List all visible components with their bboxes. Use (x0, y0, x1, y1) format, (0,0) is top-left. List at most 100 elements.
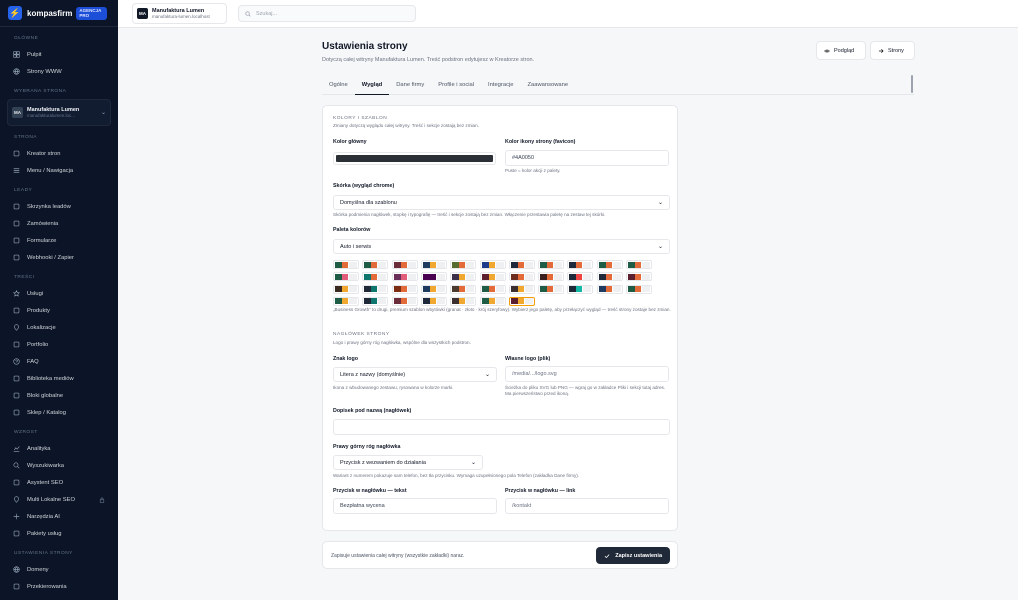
palette-swatch[interactable] (479, 284, 506, 294)
sidebar-item-strony-www[interactable]: Strony WWW (0, 63, 118, 80)
sidebar-item-label: Portfolio (27, 341, 49, 348)
palette-swatch[interactable] (420, 260, 447, 269)
palette-swatch[interactable] (479, 272, 506, 282)
preview-button[interactable]: Podgląd (816, 41, 866, 60)
palette-swatch[interactable] (596, 272, 623, 282)
palette-swatch[interactable] (391, 272, 418, 282)
sidebar-item-pulpit[interactable]: Pulpit (0, 46, 118, 63)
palette-swatch[interactable] (333, 296, 359, 306)
tab-integracje[interactable]: Integracje (481, 78, 520, 95)
palette-swatch[interactable] (508, 272, 535, 282)
palette-swatch[interactable] (538, 284, 565, 294)
sidebar-item-analityka[interactable]: Analityka (0, 440, 118, 457)
palette-swatch[interactable] (333, 284, 359, 294)
site-name: Manufaktura Lumen (152, 7, 205, 14)
palette-swatch[interactable] (362, 272, 389, 282)
sidebar-item-biblioteka-mediów[interactable]: Biblioteka mediów (0, 370, 118, 387)
palette-swatch[interactable] (362, 284, 389, 294)
skin-label: Skórka (wygląd chrome) (333, 183, 395, 189)
sidebar-item-webhooki-zapier[interactable]: Webhooki / Zapier (0, 249, 118, 266)
palette-swatch[interactable] (567, 260, 594, 269)
palette-swatch[interactable] (362, 296, 389, 306)
sidebar-item-label: Wyszukiwarka (27, 462, 64, 469)
sidebar-item-przekierowania[interactable]: Przekierowania (0, 578, 118, 595)
palette-swatch[interactable] (450, 296, 477, 306)
sidebar-item-pakiety-usług[interactable]: Pakiety usług (0, 525, 118, 542)
main-color-picker[interactable] (333, 152, 496, 165)
tab-profile-i-social[interactable]: Profile i social (431, 78, 481, 95)
sidebar-item-produkty[interactable]: Produkty (0, 302, 118, 319)
sidebar-item-multi-lokalne-seo[interactable]: Multi Lokalne SEO (0, 491, 118, 508)
corner-select[interactable]: Przycisk z wezwaniem do działania ⌄ (333, 455, 483, 470)
tab-dane-firmy[interactable]: Dane firmy (389, 78, 431, 95)
favicon-color-input[interactable]: #4A0050 (505, 150, 669, 166)
palette-swatch[interactable] (508, 284, 535, 294)
pages-button[interactable]: Strony (870, 41, 915, 60)
palette-swatch[interactable] (450, 284, 477, 294)
tab-wygląd[interactable]: Wygląd (354, 78, 390, 95)
palette-swatch[interactable] (391, 296, 418, 306)
cta-link-input[interactable]: /kontakt (505, 498, 669, 514)
palette-swatch[interactable] (420, 296, 447, 306)
palette-swatch[interactable] (479, 260, 506, 269)
palette-swatch[interactable] (391, 284, 418, 294)
cta-text-input[interactable]: Bezpłatna wycena (333, 498, 497, 514)
sidebar-item-zamówienia[interactable]: Zamówienia (0, 215, 118, 232)
sidebar-item-usługi[interactable]: Usługi (0, 285, 118, 302)
palette-swatch[interactable] (596, 284, 623, 294)
chevron-down-icon: ⌄ (470, 460, 476, 466)
tagline-label: Dopisek pod nazwą (nagłówek) (333, 408, 412, 414)
palette-swatch[interactable] (479, 296, 506, 306)
sidebar-item-faq[interactable]: FAQ (0, 353, 118, 370)
palette-swatch[interactable] (626, 260, 652, 269)
palette-swatch[interactable] (567, 284, 594, 294)
sidebar-item-sklep-katalog[interactable]: Sklep / Katalog (0, 404, 118, 421)
palette-swatch[interactable] (508, 296, 535, 306)
sidebar-item-skrzynka-leadów[interactable]: Skrzynka leadów (0, 198, 118, 215)
skin-note: Skórka podmienia nagłówek, stopkę i typo… (333, 212, 606, 217)
sidebar-item-lokalizacje[interactable]: Lokalizacje (0, 319, 118, 336)
sidebar-item-asystent-seo[interactable]: Asystent SEO (0, 474, 118, 491)
tagline-input[interactable] (333, 419, 670, 435)
palette-swatch[interactable] (450, 272, 477, 282)
sidebar-item-bloki-globalne[interactable]: Bloki globalne (0, 387, 118, 404)
site-switcher[interactable]: MA Manufaktura Lumen manufaktura-lumen.l… (132, 3, 227, 24)
logo-mark-select[interactable]: Litera z nazwy (domyślnie) ⌄ (333, 367, 497, 382)
custom-logo-label: Własne logo (plik) (505, 356, 551, 362)
palette-swatch[interactable] (626, 272, 652, 282)
sidebar-item-menu-nawigacja[interactable]: Menu / Nawigacja (0, 162, 118, 179)
sidebar-item-narzędzia-ai[interactable]: Narzędzia AI (0, 508, 118, 525)
sidebar-item-portfolio[interactable]: Portfolio (0, 336, 118, 353)
custom-logo-input[interactable]: /media/.../logo.svg (505, 366, 669, 382)
sidebar-item-wyszukiwarka[interactable]: Wyszukiwarka (0, 457, 118, 474)
palette-swatch[interactable] (538, 260, 565, 269)
sidebar-item-formularze[interactable]: Formularze (0, 232, 118, 249)
palette-swatch[interactable] (420, 272, 447, 282)
palette-swatch[interactable] (420, 284, 447, 294)
palette-swatch[interactable] (626, 284, 652, 294)
scrollbar[interactable] (911, 75, 913, 93)
tab-zaawansowane[interactable]: Zaawansowane (520, 78, 575, 95)
sidebar-site-selector[interactable]: MA Manufaktura Lumen manufakturalumen.loc.… (7, 99, 111, 126)
palette-swatch[interactable] (391, 260, 418, 269)
tab-ogólne[interactable]: Ogólne (322, 78, 355, 95)
palette-select[interactable]: Auto i serwis ⌄ (333, 239, 670, 254)
sidebar-item-kreator-stron[interactable]: Kreator stron (0, 145, 118, 162)
search-input[interactable]: Szukaj... (238, 5, 416, 22)
save-button[interactable]: Zapisz ustawienia (596, 547, 670, 564)
palette-swatch[interactable] (333, 272, 359, 282)
sidebar-item-domeny[interactable]: Domeny (0, 561, 118, 578)
page-subtitle: Dotyczą całej witryny Manufaktura Lumen.… (322, 57, 535, 63)
sidebar-item-label: Strony WWW (27, 68, 62, 75)
palette-swatch[interactable] (508, 260, 535, 269)
palette-swatch[interactable] (333, 260, 359, 269)
sidebar-item-label: Narzędzia AI (27, 513, 60, 520)
chevron-down-icon: ⌄ (657, 200, 663, 206)
palette-swatch[interactable] (567, 272, 594, 282)
palette-swatch[interactable] (596, 260, 623, 269)
palette-swatch[interactable] (450, 260, 477, 269)
brand[interactable]: ⚡ kompasfirm AGENCJA PRO (0, 0, 118, 27)
palette-swatch[interactable] (362, 260, 389, 269)
skin-select[interactable]: Domyślna dla szablonu ⌄ (333, 195, 670, 210)
palette-swatch[interactable] (538, 272, 565, 282)
